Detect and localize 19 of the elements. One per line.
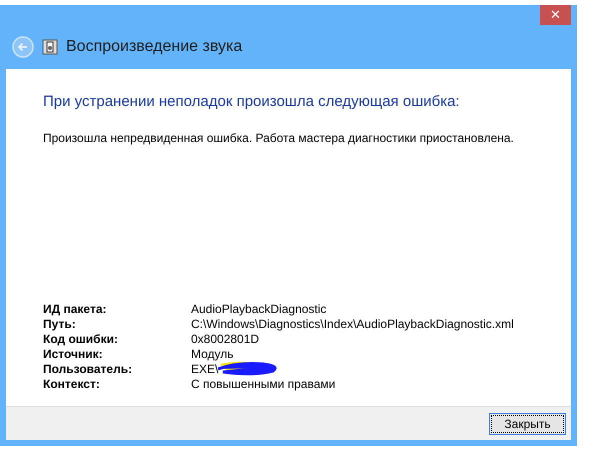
close-dialog-button[interactable]: Закрыть (489, 412, 566, 434)
detail-label: Источник: (43, 347, 104, 362)
detail-value: 0x8002801D (191, 332, 260, 347)
detail-value: Модуль (191, 347, 234, 362)
detail-value: С повышенными правами (191, 377, 336, 392)
detail-label: Контекст: (43, 377, 101, 392)
detail-label: Код ошибки: (43, 332, 119, 347)
detail-value: C:\Windows\Diagnostics\Index\AudioPlaybackDiagnostic.xml (191, 317, 514, 332)
speaker-icon (42, 39, 58, 55)
detail-label: ИД пакета: (43, 302, 108, 317)
detail-value: EXE\ (191, 362, 218, 377)
detail-label: Пользователь: (43, 362, 134, 377)
detail-label: Путь: (43, 317, 77, 332)
detail-value: AudioPlaybackDiagnostic (191, 302, 326, 317)
window-title: Воспроизведение звука (66, 37, 242, 57)
error-message: Произошла непредвиденная ошибка. Работа мастера диагностики приостановлена. (43, 130, 515, 146)
error-heading: При устранении неполадок произошла следующая ошибка: (43, 92, 461, 112)
back-icon[interactable] (12, 36, 34, 58)
close-button[interactable]: ✕ (540, 5, 571, 25)
